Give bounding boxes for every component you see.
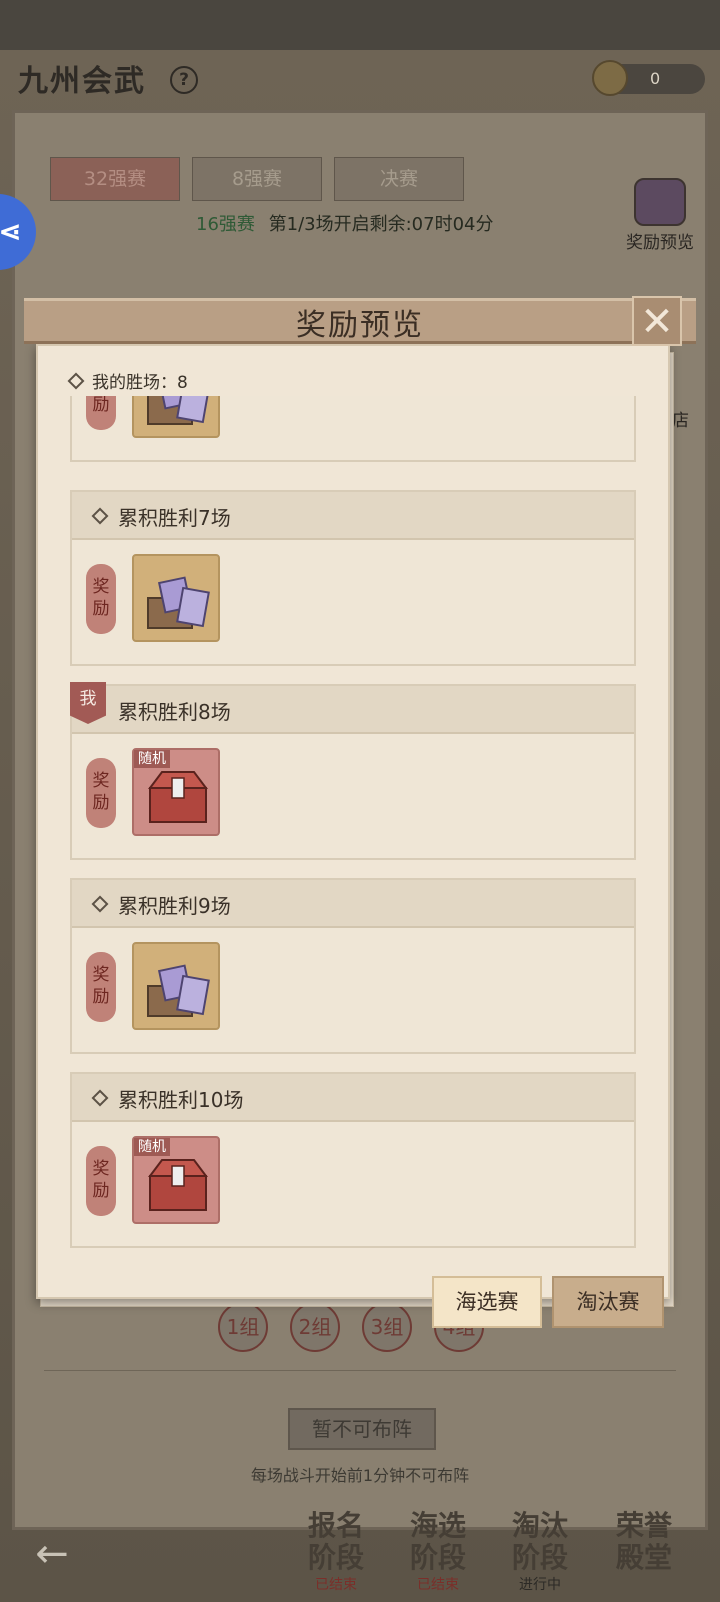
stage-audition[interactable]: 海选 阶段 已结束 [398,1510,478,1594]
reward-card-7: 累积胜利7场 奖励 [70,490,636,666]
back-arrow-icon[interactable]: ← [20,1526,84,1582]
card-title: 累积胜利8场 [118,700,231,724]
stage-honor-hall[interactable]: 荣誉 殿堂 [604,1510,684,1574]
stage-status: 已结束 [315,1577,357,1593]
tab-round-8[interactable]: 8强赛 [192,157,322,201]
modal-title: 奖励预览 [296,308,424,343]
reward-item-crate[interactable] [132,942,220,1030]
card-title: 累积胜利9场 [118,894,231,918]
chest-icon [148,1159,208,1211]
stage-line1: 淘汰 [511,1509,568,1542]
help-icon[interactable]: ? [170,66,198,94]
currency-value: 0 [650,69,661,88]
random-tag: 随机 [134,1138,170,1156]
my-wins: 我的胜场：8 [67,368,188,393]
card-title: 累积胜利7场 [118,506,231,530]
reward-card: 奖励 [70,396,636,462]
reward-card-10: 累积胜利10场 奖励 随机 [70,1072,636,1248]
crate-icon [147,576,210,629]
reward-preview-button[interactable]: 奖励预览 [620,178,700,253]
reward-item-crate[interactable] [132,396,220,438]
reward-seal: 奖励 [86,758,116,828]
round-status: 16强赛 第1/3场开启剩余:07时04分 [196,210,493,236]
stage-signup[interactable]: 报名 阶段 已结束 [296,1510,376,1594]
round-countdown: 第1/3场开启剩余:07时04分 [268,214,494,235]
tab-round-32[interactable]: 32强赛 [50,157,180,201]
reward-seal: 奖励 [86,1146,116,1216]
stage-line1: 海选 [409,1509,466,1542]
me-flag: 我 [70,682,106,724]
tab-round-final[interactable]: 决赛 [334,157,464,201]
close-icon[interactable]: ✕ [632,296,682,346]
coin-icon [592,60,628,96]
divider [44,1370,676,1371]
reward-card-8: 我 累积胜利8场 奖励 随机 [70,682,636,860]
stage-knockout[interactable]: 淘汰 阶段 进行中 [500,1510,580,1594]
crate-icon [147,396,210,425]
reward-seal: 奖励 [86,564,116,634]
reward-preview-label: 奖励预览 [626,233,694,253]
reward-item-random-chest[interactable]: 随机 [132,1136,220,1224]
group-tab-3[interactable]: 3组 [362,1302,412,1352]
tab-audition-match[interactable]: 海选赛 [432,1276,542,1328]
diamond-icon [67,372,85,390]
stage-line2: 殿堂 [615,1541,672,1574]
chest-icon [634,178,686,226]
tab-knockout-match[interactable]: 淘汰赛 [552,1276,664,1328]
group-tab-2[interactable]: 2组 [290,1302,340,1352]
stage-line2: 阶段 [409,1541,466,1574]
reward-seal: 奖励 [86,396,116,430]
page-title: 九州会武 [18,64,146,99]
random-tag: 随机 [134,750,170,768]
shop-button-label[interactable]: 店 [672,406,689,431]
status-bar [0,0,720,50]
card-title: 累积胜利10场 [118,1088,244,1112]
stage-status: 进行中 [519,1577,561,1593]
stage-line2: 阶段 [307,1541,364,1574]
my-wins-text: 我的胜场：8 [92,373,188,393]
stage-line1: 报名 [307,1509,364,1542]
stage-line2: 阶段 [511,1541,568,1574]
stage-status: 已结束 [417,1577,459,1593]
reward-card-9: 累积胜利9场 奖励 [70,878,636,1054]
reward-list[interactable]: 奖励 累积胜利7场 奖励 我 累积胜利8场 奖励 [60,396,650,1248]
round-stage: 16强赛 [196,214,255,235]
deploy-note: 每场战斗开始前1分钟不可布阵 [250,1466,470,1485]
group-tab-1[interactable]: 1组 [218,1302,268,1352]
chest-icon [148,771,208,823]
stage-line1: 荣誉 [615,1509,672,1542]
reward-item-crate[interactable] [132,554,220,642]
reward-item-random-chest[interactable]: 随机 [132,748,220,836]
deploy-button[interactable]: 暂不可布阵 [288,1408,436,1450]
crate-icon [147,964,210,1017]
reward-seal: 奖励 [86,952,116,1022]
